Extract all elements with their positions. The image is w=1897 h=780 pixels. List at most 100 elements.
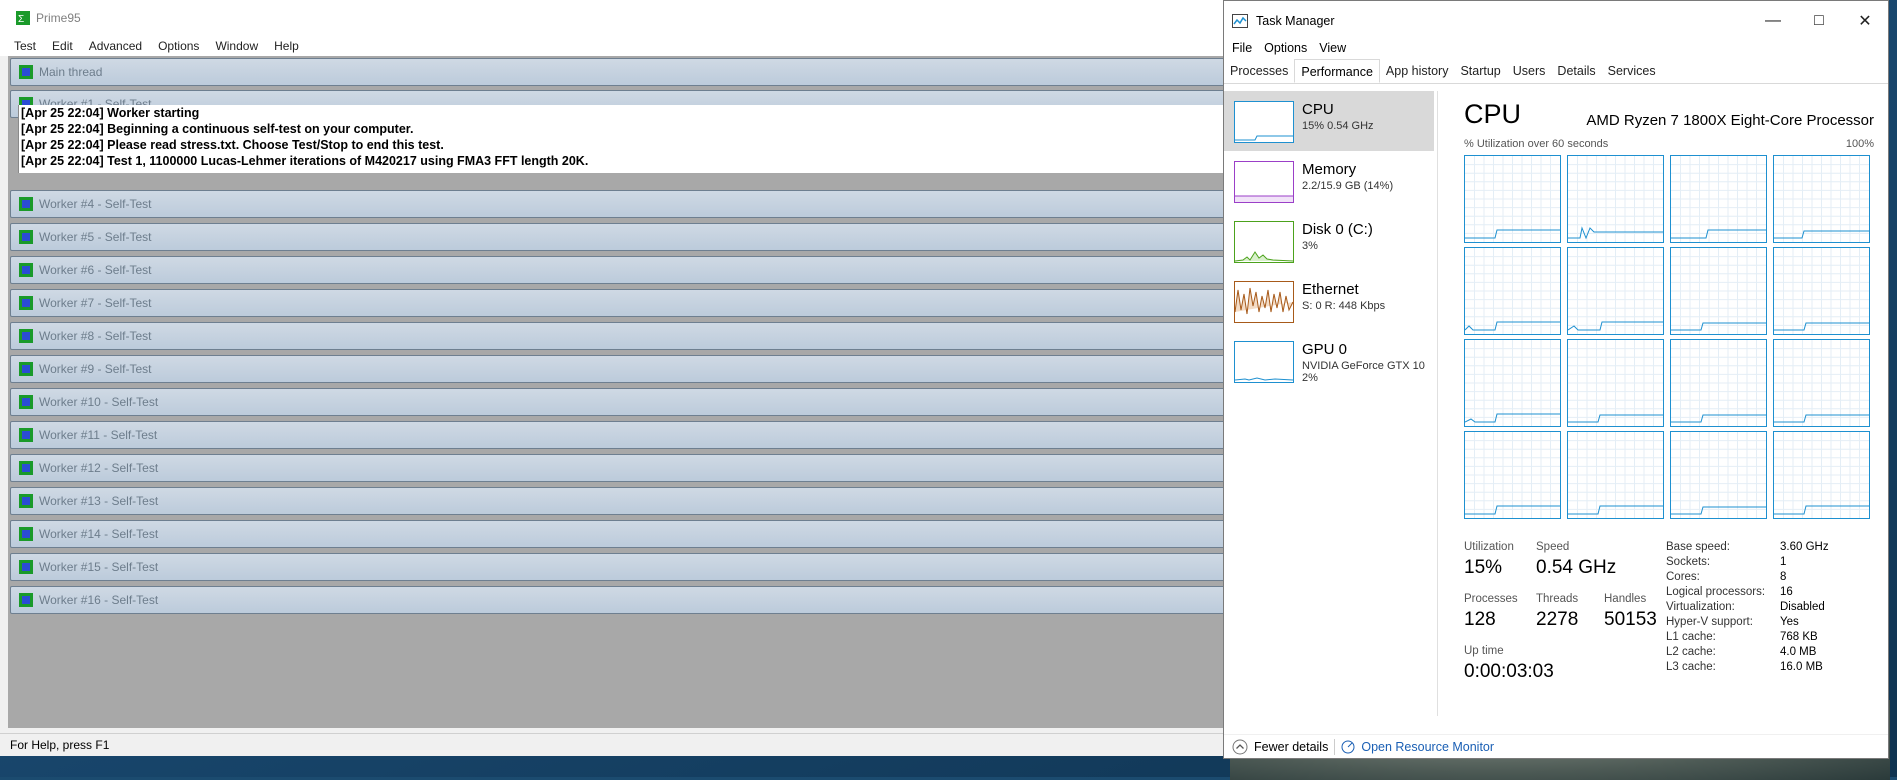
spec-label: Sockets: bbox=[1666, 556, 1711, 568]
menu-file[interactable]: File bbox=[1232, 41, 1252, 55]
menu-advanced[interactable]: Advanced bbox=[89, 39, 142, 53]
tab-app-history[interactable]: App history bbox=[1380, 59, 1455, 83]
log-line: [Apr 25 22:04] Worker starting bbox=[21, 106, 200, 120]
logical-processor-graphs bbox=[1464, 155, 1874, 521]
spec-row: Virtualization: Disabled bbox=[1666, 601, 1825, 613]
worker-window[interactable]: Worker #6 - Self-Test bbox=[10, 256, 1224, 284]
worker-window[interactable]: Worker #14 - Self-Test bbox=[10, 520, 1224, 548]
window-title: Worker #13 - Self-Test bbox=[39, 494, 159, 508]
worker-window[interactable]: Worker #8 - Self-Test bbox=[10, 322, 1224, 350]
maximize-button[interactable]: □ bbox=[1796, 1, 1842, 41]
worker-window[interactable]: Worker #13 - Self-Test bbox=[10, 487, 1224, 515]
worker-window[interactable]: Worker #9 - Self-Test bbox=[10, 355, 1224, 383]
tab-services[interactable]: Services bbox=[1602, 59, 1662, 83]
worker-window[interactable]: Worker #7 - Self-Test bbox=[10, 289, 1224, 317]
spec-value: 3.60 GHz bbox=[1780, 541, 1829, 553]
sidebar-item-ethernet[interactable]: Ethernet S: 0 R: 448 Kbps bbox=[1224, 271, 1434, 331]
handles-value: 50153 bbox=[1604, 609, 1657, 630]
sidebar-item-value: S: 0 R: 448 Kbps bbox=[1302, 300, 1386, 312]
processes-label: Processes bbox=[1464, 593, 1518, 605]
window-title: Worker #15 - Self-Test bbox=[39, 560, 159, 574]
worker-window[interactable]: Worker #15 - Self-Test bbox=[10, 553, 1224, 581]
tm-titlebar[interactable]: Task Manager — □ ✕ bbox=[1224, 1, 1888, 41]
open-resource-monitor-link[interactable]: Open Resource Monitor bbox=[1341, 740, 1494, 754]
logical-processor-graph bbox=[1464, 431, 1561, 519]
close-button[interactable]: ✕ bbox=[1842, 1, 1888, 41]
memory-thumbnail-graph bbox=[1234, 161, 1294, 203]
main-thread-window[interactable]: Main thread bbox=[10, 58, 1224, 86]
prime95-icon bbox=[19, 362, 33, 376]
worker-window[interactable]: Worker #16 - Self-Test bbox=[10, 586, 1224, 614]
open-resource-monitor-label: Open Resource Monitor bbox=[1361, 740, 1495, 754]
threads-label: Threads bbox=[1536, 593, 1579, 605]
sidebar-item-memory[interactable]: Memory 2.2/15.9 GB (14%) bbox=[1224, 151, 1434, 211]
spec-label: Hyper-V support: bbox=[1666, 616, 1753, 628]
menu-window[interactable]: Window bbox=[215, 39, 258, 53]
sidebar-item-label: CPU bbox=[1302, 101, 1334, 118]
prime95-icon bbox=[19, 296, 33, 310]
menu-edit[interactable]: Edit bbox=[52, 39, 73, 53]
spec-value: 768 KB bbox=[1780, 631, 1818, 643]
spec-row: Sockets: 1 bbox=[1666, 556, 1786, 568]
prime95-icon bbox=[19, 230, 33, 244]
minimize-button[interactable]: — bbox=[1750, 1, 1796, 41]
logical-processor-graph bbox=[1773, 247, 1870, 335]
footer-separator bbox=[1334, 739, 1336, 755]
prime95-icon bbox=[19, 494, 33, 508]
performance-sidebar: CPU 15% 0.54 GHz Memory 2.2/15.9 GB (14%) … bbox=[1224, 91, 1434, 391]
worker-window[interactable]: Worker #4 - Self-Test bbox=[10, 190, 1224, 218]
prime95-titlebar[interactable]: Σ Prime95 bbox=[0, 0, 1224, 36]
tab-performance[interactable]: Performance bbox=[1294, 59, 1380, 83]
window-title: Main thread bbox=[39, 65, 103, 79]
gpu-thumbnail-graph bbox=[1234, 341, 1294, 383]
sidebar-item-disk[interactable]: Disk 0 (C:) 3% bbox=[1224, 211, 1434, 271]
worker-window[interactable]: Worker #11 - Self-Test bbox=[10, 421, 1224, 449]
utilization-label: Utilization bbox=[1464, 541, 1514, 553]
logical-processor-graph bbox=[1567, 431, 1664, 519]
window-title: Worker #6 - Self-Test bbox=[39, 263, 152, 277]
prime95-window: Σ Prime95 Test Edit Advanced Options Win… bbox=[0, 0, 1234, 756]
menu-view[interactable]: View bbox=[1319, 41, 1346, 55]
fewer-details-button[interactable]: Fewer details bbox=[1232, 739, 1328, 755]
worker-window[interactable]: Worker #5 - Self-Test bbox=[10, 223, 1224, 251]
menu-options[interactable]: Options bbox=[1264, 41, 1307, 55]
logical-processor-graph bbox=[1670, 155, 1767, 243]
resource-monitor-icon bbox=[1341, 740, 1355, 754]
detail-heading: CPU bbox=[1464, 99, 1522, 129]
tab-users[interactable]: Users bbox=[1507, 59, 1552, 83]
tab-startup[interactable]: Startup bbox=[1454, 59, 1506, 83]
spec-row: Cores: 8 bbox=[1666, 571, 1786, 583]
handles-label: Handles bbox=[1604, 593, 1647, 605]
prime95-app-icon: Σ bbox=[16, 11, 30, 25]
tm-footer: Fewer details Open Resource Monitor bbox=[1224, 734, 1888, 759]
menu-help[interactable]: Help bbox=[274, 39, 299, 53]
worker-window[interactable]: Worker #10 - Self-Test bbox=[10, 388, 1224, 416]
sidebar-item-label: Ethernet bbox=[1302, 281, 1359, 298]
task-manager-icon bbox=[1232, 14, 1248, 28]
logical-processor-graph bbox=[1464, 339, 1561, 427]
pane-divider[interactable] bbox=[1437, 91, 1438, 716]
worker-window[interactable]: Worker #12 - Self-Test bbox=[10, 454, 1224, 482]
logical-processor-graph bbox=[1670, 339, 1767, 427]
log-line: [Apr 25 22:04] Please read stress.txt. C… bbox=[21, 138, 444, 152]
uptime-value: 0:00:03:03 bbox=[1464, 661, 1554, 682]
spec-row: Logical processors: 16 bbox=[1666, 586, 1793, 598]
prime95-icon bbox=[19, 329, 33, 343]
graph-axis-label: % Utilization over 60 seconds bbox=[1464, 138, 1609, 150]
prime95-icon bbox=[19, 263, 33, 277]
sidebar-item-value-2: 2% bbox=[1302, 372, 1318, 384]
worker-log[interactable]: [Apr 25 22:04] Worker starting [Apr 25 2… bbox=[18, 105, 1224, 173]
tab-details[interactable]: Details bbox=[1551, 59, 1601, 83]
prime95-icon bbox=[19, 461, 33, 475]
spec-value: Disabled bbox=[1780, 601, 1825, 613]
menu-options[interactable]: Options bbox=[158, 39, 199, 53]
utilization-value: 15% bbox=[1464, 557, 1503, 578]
tab-processes[interactable]: Processes bbox=[1224, 59, 1294, 83]
sidebar-item-cpu[interactable]: CPU 15% 0.54 GHz bbox=[1224, 91, 1434, 151]
logical-processor-graph bbox=[1567, 339, 1664, 427]
menu-test[interactable]: Test bbox=[14, 39, 36, 53]
log-line: [Apr 25 22:04] Test 1, 1100000 Lucas-Leh… bbox=[21, 154, 589, 168]
sidebar-item-gpu[interactable]: GPU 0 NVIDIA GeForce GTX 10 2% bbox=[1224, 331, 1434, 391]
ethernet-thumbnail-graph bbox=[1234, 281, 1294, 323]
logical-processor-graph bbox=[1773, 155, 1870, 243]
